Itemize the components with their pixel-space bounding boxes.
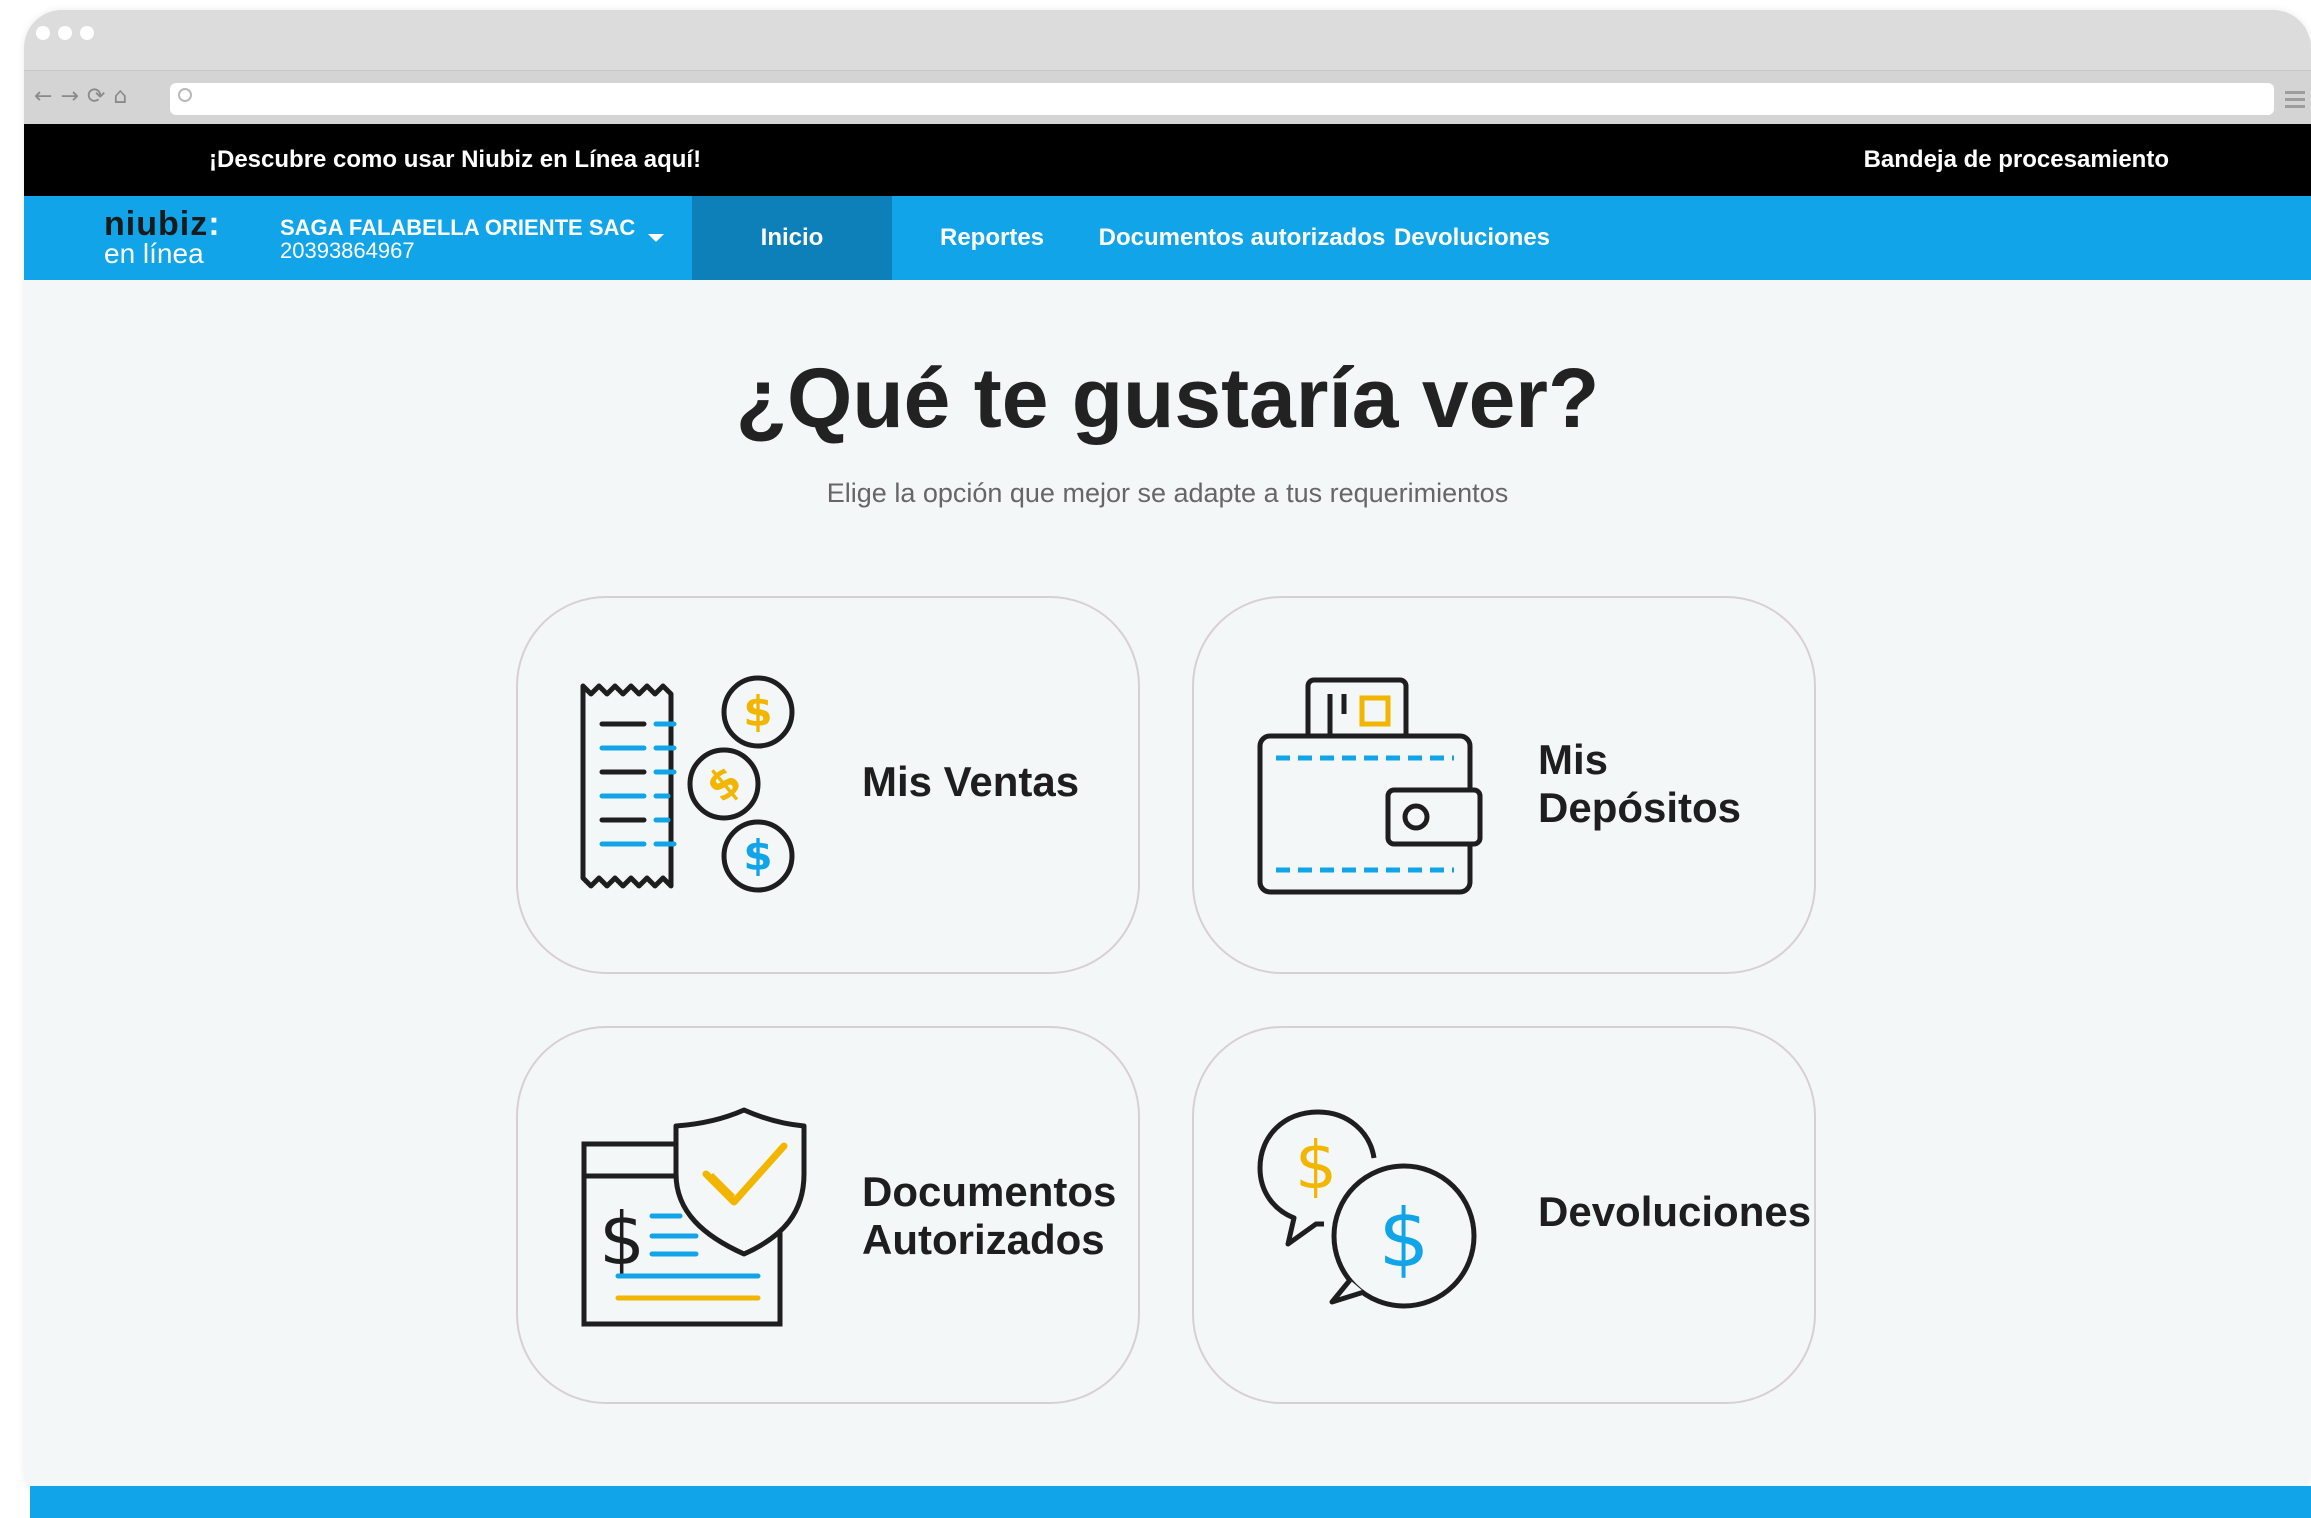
tab-documentos-autorizados[interactable]: Documentos autorizados bbox=[1092, 196, 1392, 280]
main-navbar: niubiz: en línea SAGA FALABELLA ORIENTE … bbox=[24, 196, 2311, 280]
receipt-coins-icon: $ $ $ bbox=[580, 675, 795, 893]
card-label-line1: Mis bbox=[1538, 736, 1609, 783]
browser-window: ← → ⟳ ⌂ ¡Descubre como usar Niubiz en Lí… bbox=[24, 10, 2311, 1506]
card-label-line1: Devoluciones bbox=[1538, 1188, 1812, 1235]
svg-text:$: $ bbox=[1295, 1127, 1337, 1204]
document-shield-icon: $ bbox=[581, 1107, 807, 1327]
browser-menu-icon[interactable] bbox=[2285, 91, 2305, 108]
svg-text:$: $ bbox=[743, 831, 772, 880]
company-selector[interactable]: SAGA FALABELLA ORIENTE SAC 20393864967 bbox=[280, 216, 635, 262]
chevron-down-icon[interactable] bbox=[648, 234, 664, 242]
wallet-icon bbox=[1257, 677, 1483, 895]
processing-tray-link[interactable]: Bandeja de procesamiento bbox=[1864, 146, 2169, 174]
search-icon bbox=[178, 88, 192, 102]
tab-devoluciones[interactable]: Devoluciones bbox=[1392, 196, 1552, 280]
browser-titlebar bbox=[24, 10, 2311, 70]
card-devoluciones[interactable]: $ $ Devoluciones bbox=[1192, 1026, 1816, 1404]
back-icon[interactable]: ← bbox=[34, 85, 52, 109]
tab-reportes[interactable]: Reportes bbox=[892, 196, 1092, 280]
close-window-dot[interactable] bbox=[36, 26, 50, 40]
company-ruc: 20393864967 bbox=[280, 238, 415, 263]
svg-text:$: $ bbox=[599, 1197, 645, 1281]
page-title: ¿Qué te gustaría ver? bbox=[735, 351, 1600, 445]
maximize-window-dot[interactable] bbox=[80, 26, 94, 40]
browser-address-bar: ← → ⟳ ⌂ bbox=[24, 70, 2311, 124]
company-name: SAGA FALABELLA ORIENTE SAC bbox=[280, 215, 636, 240]
browser-nav-controls: ← → ⟳ ⌂ bbox=[34, 85, 127, 109]
card-label: Mis Depósitos bbox=[1538, 736, 1741, 832]
card-label: Documentos Autorizados bbox=[862, 1168, 1116, 1264]
card-mis-ventas[interactable]: $ $ $ Mis Ventas bbox=[516, 596, 1140, 974]
card-label-line1: Mis Ventas bbox=[862, 758, 1080, 805]
refund-chat-icon: $ $ bbox=[1257, 1109, 1477, 1309]
card-label-line2: Autorizados bbox=[862, 1216, 1105, 1263]
svg-text:$: $ bbox=[1379, 1192, 1430, 1285]
card-label-line2: Depósitos bbox=[1538, 784, 1742, 831]
how-to-use-link[interactable]: ¡Descubre como usar Niubiz en Línea aquí… bbox=[209, 146, 701, 174]
promo-bar: ¡Descubre como usar Niubiz en Línea aquí… bbox=[24, 124, 2311, 196]
card-label: Devoluciones bbox=[1538, 1188, 1811, 1236]
tab-inicio[interactable]: Inicio bbox=[692, 196, 892, 280]
minimize-window-dot[interactable] bbox=[58, 26, 72, 40]
svg-text:$: $ bbox=[743, 687, 772, 736]
card-documentos-autorizados[interactable]: $ Documentos Autorizados bbox=[516, 1026, 1140, 1404]
card-mis-depositos[interactable]: Mis Depósitos bbox=[1192, 596, 1816, 974]
page-subtitle: Elige la opción que mejor se adapte a tu… bbox=[826, 478, 1509, 508]
footer-stripe bbox=[30, 1486, 2311, 1518]
forward-icon[interactable]: → bbox=[60, 85, 78, 109]
logo-colon: : bbox=[208, 205, 221, 243]
window-controls bbox=[36, 26, 94, 40]
logo-subtitle: en línea bbox=[104, 238, 204, 269]
card-label: Mis Ventas bbox=[862, 758, 1079, 806]
home-icon[interactable]: ⌂ bbox=[113, 85, 127, 109]
url-input[interactable] bbox=[170, 83, 2274, 115]
niubiz-logo[interactable]: niubiz: en línea bbox=[104, 205, 234, 269]
card-label-line1: Documentos bbox=[862, 1168, 1117, 1215]
reload-icon[interactable]: ⟳ bbox=[87, 85, 105, 109]
